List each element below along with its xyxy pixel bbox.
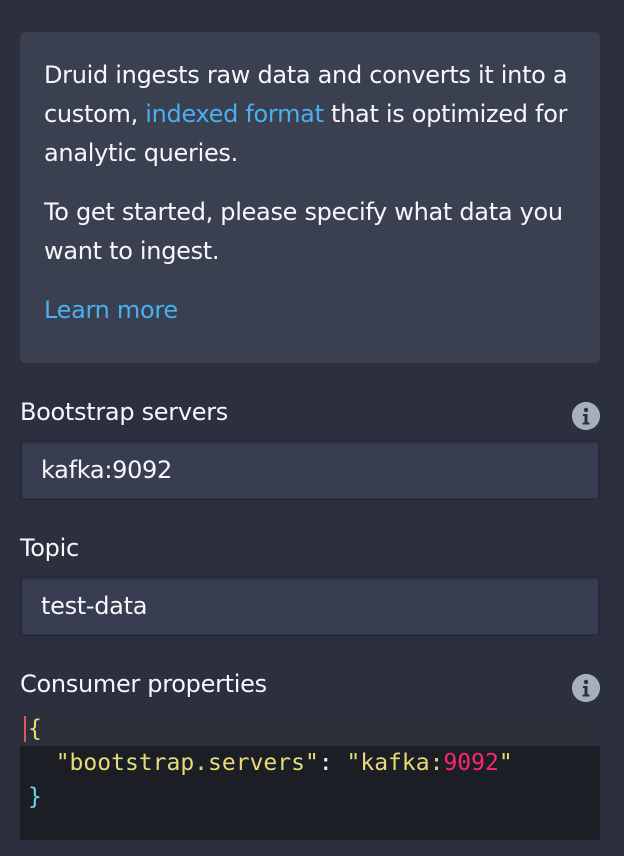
json-value-end: " bbox=[498, 750, 513, 776]
intro-callout: Druid ingests raw data and converts it i… bbox=[20, 32, 600, 363]
info-icon bbox=[572, 674, 600, 702]
topic-label: Topic bbox=[20, 534, 79, 562]
bootstrap-servers-label: Bootstrap servers bbox=[20, 398, 228, 426]
bootstrap-servers-info-icon[interactable] bbox=[572, 402, 600, 430]
code-line-3: } bbox=[20, 780, 600, 814]
topic-input[interactable] bbox=[20, 576, 600, 636]
code-line-2: "bootstrap.servers": "kafka:9092" bbox=[20, 746, 600, 780]
code-line-1: { bbox=[20, 712, 600, 746]
info-icon bbox=[572, 402, 600, 430]
json-colon: : bbox=[318, 750, 347, 776]
consumer-properties-label: Consumer properties bbox=[20, 670, 267, 698]
get-started-text: To get started, please specify what data… bbox=[44, 198, 563, 265]
json-value-host: "kafka: bbox=[346, 750, 444, 776]
consumer-properties-json-editor[interactable]: { "bootstrap.servers": "kafka:9092" } bbox=[20, 712, 600, 840]
json-value-port: 9092 bbox=[443, 750, 499, 776]
json-open-brace: { bbox=[24, 716, 42, 742]
json-key: "bootstrap.servers" bbox=[55, 750, 319, 776]
json-close-brace: } bbox=[28, 784, 42, 810]
bootstrap-servers-input[interactable] bbox=[20, 440, 600, 500]
intro-text: Druid ingests raw data and converts it i… bbox=[44, 56, 576, 173]
consumer-properties-info-icon[interactable] bbox=[572, 674, 600, 702]
indexed-format-link[interactable]: indexed format bbox=[145, 100, 324, 128]
learn-more-link[interactable]: Learn more bbox=[44, 296, 178, 324]
